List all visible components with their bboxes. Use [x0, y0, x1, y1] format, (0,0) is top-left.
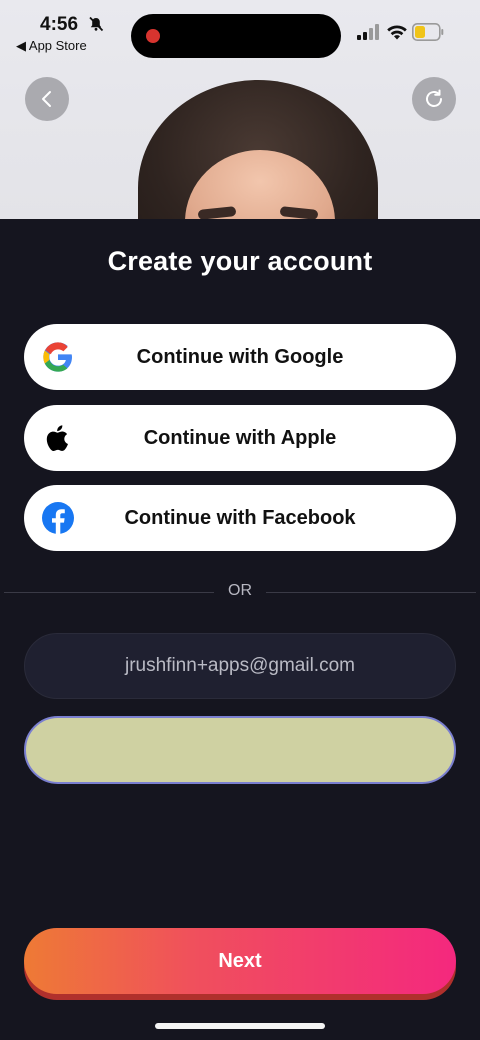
cellular-signal-icon [357, 24, 379, 40]
apple-icon [46, 425, 68, 451]
retake-photo-button[interactable] [412, 77, 456, 121]
continue-with-facebook-button[interactable]: Continue with Facebook [24, 485, 456, 551]
facebook-icon [42, 502, 74, 534]
dynamic-island [131, 14, 341, 58]
silent-bell-icon [89, 16, 104, 32]
email-field[interactable]: jrushfinn+apps@gmail.com [24, 633, 456, 699]
battery-icon [412, 23, 444, 41]
status-time: 4:56 [40, 14, 79, 35]
google-icon [43, 342, 72, 372]
refresh-icon [426, 89, 442, 107]
wifi-icon [387, 25, 407, 40]
or-divider: OR [0, 582, 480, 602]
continue-with-google-label: Continue with Google [136, 345, 344, 368]
next-button[interactable]: Next [24, 928, 456, 994]
back-button[interactable] [25, 77, 69, 121]
home-indicator[interactable] [155, 1023, 325, 1029]
or-label: OR [228, 582, 252, 599]
continue-with-facebook-label: Continue with Facebook [124, 506, 356, 529]
back-to-app-store-link[interactable]: ◀ App Store [16, 38, 87, 54]
status-bar: 4:56 ◀ App Store [0, 0, 480, 60]
chevron-left-icon [42, 91, 51, 107]
email-value: jrushfinn+apps@gmail.com [125, 655, 355, 676]
continue-with-apple-button[interactable]: Continue with Apple [24, 405, 456, 471]
recording-indicator-icon [146, 29, 160, 43]
continue-with-google-button[interactable]: Continue with Google [24, 324, 456, 390]
page-title: Create your account [107, 246, 373, 276]
continue-with-apple-label: Continue with Apple [143, 426, 337, 449]
next-label: Next [218, 949, 262, 972]
password-field[interactable] [24, 716, 456, 784]
